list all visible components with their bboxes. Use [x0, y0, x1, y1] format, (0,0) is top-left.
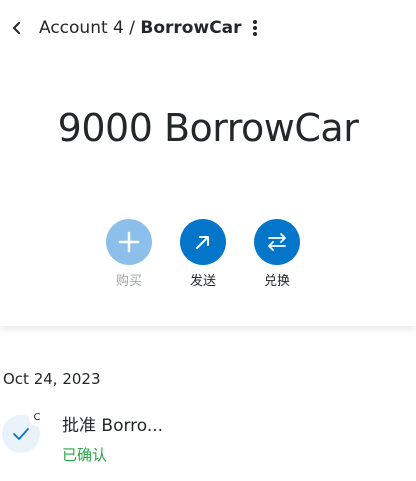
- page-title: Account 4 / BorrowCar: [39, 17, 242, 39]
- back-button[interactable]: [4, 14, 30, 42]
- buy-label: 购买: [115, 274, 142, 289]
- check-icon: [13, 428, 29, 440]
- token-name: BorrowCar: [140, 18, 242, 38]
- buy-button[interactable]: [106, 219, 152, 265]
- swap-button[interactable]: [254, 219, 300, 265]
- more-vertical-icon: [253, 20, 257, 36]
- send-action[interactable]: 发送: [173, 219, 233, 290]
- network-badge: C: [29, 410, 45, 426]
- swap-arrows-icon: [268, 233, 286, 251]
- swap-label: 兑换: [263, 274, 290, 289]
- plus-icon: [118, 231, 140, 253]
- arrow-up-right-icon: [196, 236, 209, 249]
- chevron-left-icon: [13, 22, 20, 34]
- transaction-title: 批准 Borro...: [62, 416, 164, 436]
- more-options-button[interactable]: [244, 15, 266, 41]
- token-balance: 9000 BorrowCar: [0, 105, 416, 151]
- swap-action[interactable]: 兑换: [247, 219, 307, 290]
- buy-action[interactable]: 购买: [99, 219, 159, 290]
- page-header: Account 4 / BorrowCar: [0, 0, 416, 58]
- transaction-status: 已确认: [62, 446, 108, 464]
- send-label: 发送: [189, 274, 216, 289]
- balance-symbol: BorrowCar: [163, 106, 359, 150]
- token-overview: 9000 BorrowCar 购买 发送 兑换: [0, 58, 416, 326]
- balance-amount: 9000: [57, 106, 153, 150]
- account-name: Account 4: [39, 18, 124, 38]
- activity-date: Oct 24, 2023: [3, 370, 101, 388]
- activity-list-item[interactable]: C 批准 Borro... 已确认: [0, 405, 416, 475]
- send-button[interactable]: [180, 219, 226, 265]
- title-separator: /: [123, 18, 141, 38]
